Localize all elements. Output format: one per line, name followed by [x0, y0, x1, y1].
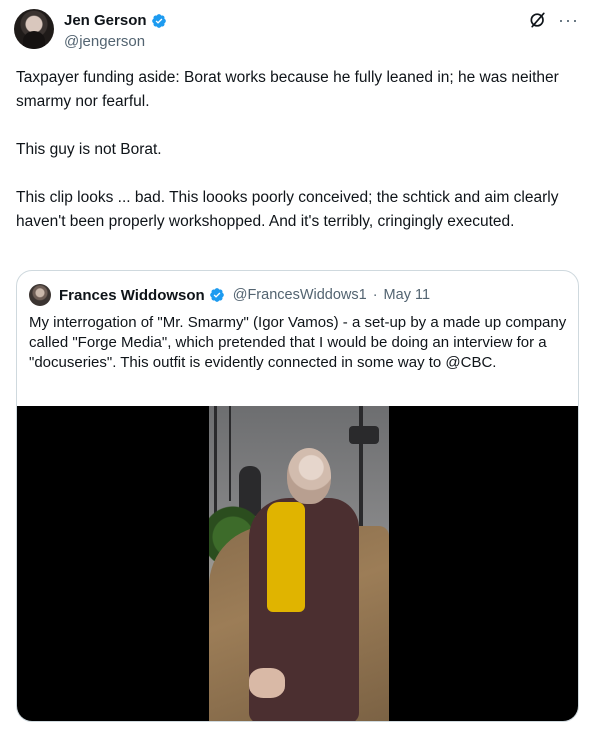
tweet-paragraph: This clip looks ... bad. This loooks poo…: [16, 189, 559, 230]
quoted-date[interactable]: May 11: [384, 287, 430, 303]
author-display-name[interactable]: Jen Gerson: [64, 12, 147, 29]
tweet-paragraph: This guy is not Borat.: [16, 141, 162, 158]
tweet-text: Taxpayer funding aside: Borat works beca…: [16, 66, 576, 234]
verified-badge-icon: [209, 288, 224, 302]
author-handle[interactable]: @jengerson: [64, 33, 145, 50]
verified-badge-icon: [151, 13, 166, 28]
more-icon[interactable]: ···: [558, 10, 579, 30]
quoted-video[interactable]: [17, 406, 578, 721]
author-avatar[interactable]: [14, 9, 54, 49]
quoted-separator: ·: [372, 287, 378, 303]
video-frame: [209, 406, 389, 721]
quoted-author-handle[interactable]: @FrancesWiddows1: [233, 287, 367, 303]
grok-icon[interactable]: [528, 10, 548, 30]
quoted-tweet-header: Frances Widdowson @FrancesWiddows1 · May…: [29, 284, 430, 306]
author-name-row: Jen Gerson: [64, 12, 167, 29]
tweet-paragraph: Taxpayer funding aside: Borat works beca…: [16, 69, 559, 110]
quoted-author-display-name[interactable]: Frances Widdowson: [59, 287, 205, 304]
quoted-author-avatar[interactable]: [29, 284, 51, 306]
quoted-tweet[interactable]: Frances Widdowson @FrancesWiddows1 · May…: [16, 270, 579, 722]
quoted-tweet-text: My interrogation of "Mr. Smarmy" (Igor V…: [29, 314, 567, 371]
top-actions: ···: [528, 10, 579, 30]
